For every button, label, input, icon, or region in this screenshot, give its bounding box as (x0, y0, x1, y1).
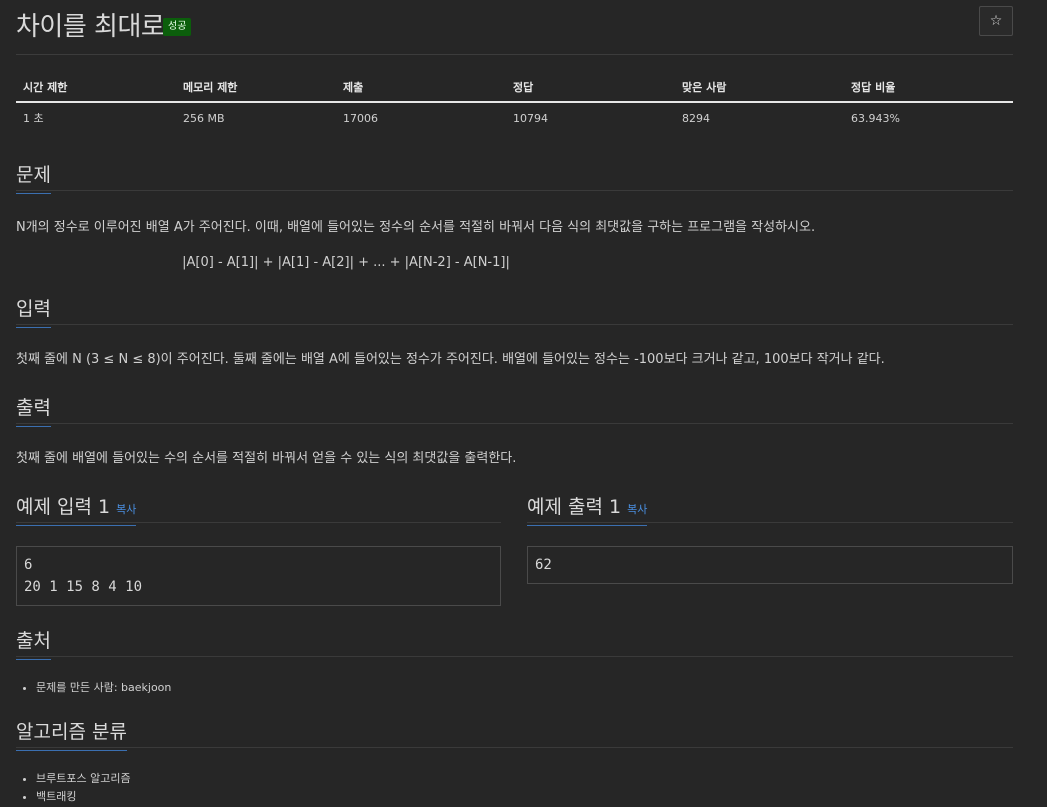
output-section: 출력 첫째 줄에 배열에 들어있는 수의 순서를 적절히 바꿔서 얻을 수 있는… (16, 391, 1013, 468)
sample-input-section: 예제 입력 1 복사 (16, 490, 501, 526)
value-submissions: 17006 (343, 111, 378, 125)
star-button[interactable]: ☆ (979, 6, 1013, 36)
sample-output-heading-row: 예제 출력 1 복사 (527, 490, 1013, 526)
problem-description: N개의 정수로 이루어진 배열 A가 주어진다. 이때, 배열에 들어있는 정수… (16, 220, 816, 235)
sample-input-heading-row: 예제 입력 1 복사 (16, 490, 501, 526)
source-list: 문제를 만든 사람: baekjoon (16, 679, 1013, 697)
input-heading-row: 입력 (16, 292, 1013, 328)
input-heading: 입력 (16, 294, 51, 328)
problem-formula: |A[0] - A[1]| + |A[1] - A[2]| + ... + |A… (182, 255, 510, 270)
header-ratio: 정답 비율 (844, 72, 1013, 103)
problem-heading-row: 문제 (16, 158, 1013, 194)
value-accepted: 10794 (513, 111, 548, 125)
algorithm-list: 브루트포스 알고리즘 백트래킹 (16, 770, 1013, 806)
title-row: 차이를 최대로 성공 ☆ (16, 0, 1013, 55)
sample-output-heading: 예제 출력 1 복사 (527, 492, 648, 526)
page-title: 차이를 최대로 (16, 12, 165, 42)
source-section: 출처 문제를 만든 사람: baekjoon (16, 624, 1013, 697)
sample-output-title: 예제 출력 1 (527, 496, 622, 518)
sample-input-line: 20 1 15 8 4 10 (24, 579, 143, 595)
source-item: 문제를 만든 사람: baekjoon (36, 679, 1013, 697)
algorithm-item-bruteforce[interactable]: 브루트포스 알고리즘 (36, 770, 1013, 788)
header-accepted: 정답 (506, 72, 675, 103)
algorithm-item-backtracking[interactable]: 백트래킹 (36, 788, 1013, 806)
header-time-limit: 시간 제한 (16, 72, 176, 103)
algorithm-heading: 알고리즘 분류 (16, 717, 127, 751)
problem-heading: 문제 (16, 160, 51, 194)
algorithm-section: 알고리즘 분류 브루트포스 알고리즘 백트래킹 (16, 715, 1013, 806)
sample-output-line: 62 (535, 557, 552, 573)
value-time-limit: 1 초 (23, 112, 44, 125)
info-table-row: 1 초 256 MB 17006 10794 8294 63.943% (16, 102, 1013, 133)
info-table-header-row: 시간 제한 메모리 제한 제출 정답 맞은 사람 정답 비율 (16, 72, 1013, 103)
header-solvers: 맞은 사람 (675, 72, 844, 103)
header-memory-limit: 메모리 제한 (176, 72, 336, 103)
sample-input-heading: 예제 입력 1 복사 (16, 492, 137, 526)
copy-input-link[interactable]: 복사 (116, 503, 136, 516)
copy-output-link[interactable]: 복사 (627, 503, 647, 516)
input-section: 입력 첫째 줄에 N (3 ≤ N ≤ 8)이 주어진다. 둘째 줄에는 배열 … (16, 292, 1013, 369)
value-memory-limit: 256 MB (183, 111, 225, 125)
star-icon: ☆ (989, 13, 1003, 29)
output-heading-row: 출력 (16, 391, 1013, 427)
problem-section: 문제 N개의 정수로 이루어진 배열 A가 주어진다. 이때, 배열에 들어있는… (16, 158, 1013, 270)
source-heading-row: 출처 (16, 624, 1013, 660)
value-solvers: 8294 (682, 111, 710, 125)
status-badge: 성공 (163, 18, 192, 36)
algorithm-heading-row: 알고리즘 분류 (16, 715, 1013, 751)
sample-input-box[interactable]: 6 20 1 15 8 4 10 (16, 546, 501, 606)
source-heading: 출처 (16, 626, 51, 660)
content-container: 차이를 최대로 성공 ☆ 시간 제한 메모리 제한 제출 정답 맞은 사람 정답… (16, 0, 1013, 803)
value-ratio: 63.943% (851, 111, 900, 125)
sample-output-section: 예제 출력 1 복사 (527, 490, 1013, 526)
output-description: 첫째 줄에 배열에 들어있는 수의 순서를 적절히 바꿔서 얻을 수 있는 식의… (16, 451, 517, 466)
sample-input-line: 6 (24, 557, 33, 573)
input-description: 첫째 줄에 N (3 ≤ N ≤ 8)이 주어진다. 둘째 줄에는 배열 A에 … (16, 352, 885, 367)
sample-output-box[interactable]: 62 (527, 546, 1013, 584)
sample-input-title: 예제 입력 1 (16, 496, 111, 518)
info-table: 시간 제한 메모리 제한 제출 정답 맞은 사람 정답 비율 1 초 256 M… (16, 72, 1013, 133)
header-submissions: 제출 (336, 72, 506, 103)
output-heading: 출력 (16, 393, 51, 427)
problem-page: 차이를 최대로 성공 ☆ 시간 제한 메모리 제한 제출 정답 맞은 사람 정답… (0, 0, 1047, 807)
